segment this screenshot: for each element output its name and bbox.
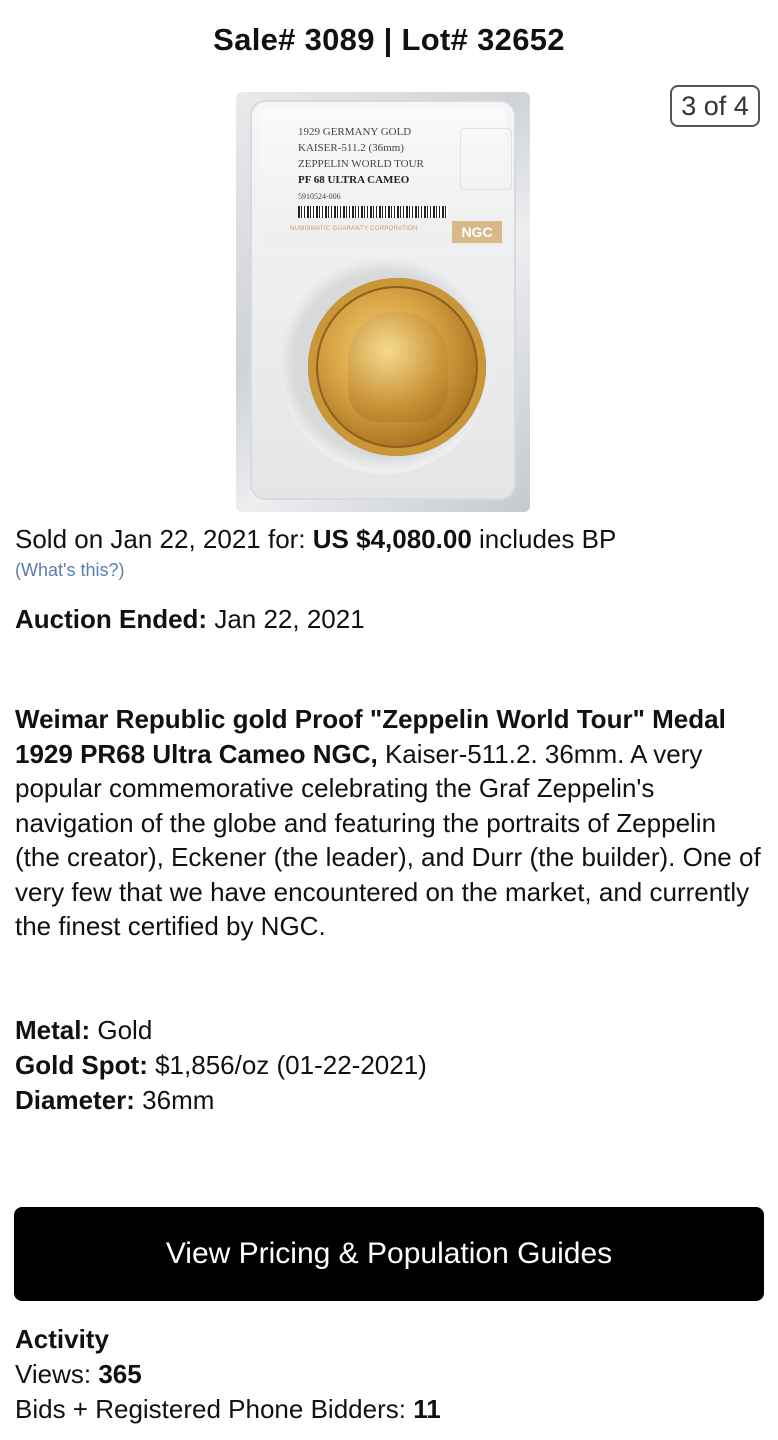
slab-holder: 1929 GERMANY GOLD KAISER-511.2 (36mm) ZE… <box>250 100 516 500</box>
image-counter[interactable]: 3 of 4 <box>670 85 760 127</box>
spec-label: Gold Spot: <box>15 1050 148 1080</box>
ngc-logo: NGC <box>452 221 502 243</box>
spec-gold-spot: Gold Spot: $1,856/oz (01-22-2021) <box>15 1048 427 1083</box>
ended-label: Auction Ended: <box>15 604 208 634</box>
slab-cert-number: 5910524-006 <box>298 192 341 201</box>
page-title: Sale# 3089 | Lot# 32652 <box>213 22 565 57</box>
activity-section: Activity Views: 365 Bids + Registered Ph… <box>15 1322 441 1427</box>
view-pricing-button[interactable]: View Pricing & Population Guides <box>14 1207 764 1301</box>
lot-description: Weimar Republic gold Proof "Zeppelin Wor… <box>15 702 765 944</box>
spec-value: $1,856/oz (01-22-2021) <box>155 1050 427 1080</box>
sold-suffix: includes BP <box>479 524 617 554</box>
slab-label-grade: PF 68 ULTRA CAMEO <box>298 174 410 186</box>
slab-label-line: 1929 GERMANY GOLD <box>298 126 412 138</box>
activity-bids: Bids + Registered Phone Bidders: 11 <box>15 1392 441 1427</box>
hologram-icon <box>460 128 512 190</box>
slab-label: 1929 GERMANY GOLD KAISER-511.2 (36mm) ZE… <box>260 108 512 246</box>
spec-value: Gold <box>97 1015 153 1045</box>
lot-specs: Metal: Gold Gold Spot: $1,856/oz (01-22-… <box>15 1013 427 1118</box>
barcode-icon <box>298 206 448 218</box>
bids-label: Bids + Registered Phone Bidders: <box>15 1394 406 1424</box>
spec-label: Diameter: <box>15 1085 135 1115</box>
coin-portrait-icon <box>348 312 448 422</box>
auction-ended: Auction Ended: Jan 22, 2021 <box>15 604 365 635</box>
activity-heading: Activity <box>15 1324 109 1354</box>
spec-metal: Metal: Gold <box>15 1013 427 1048</box>
whats-this-link[interactable]: (What's this?) <box>15 560 124 581</box>
slab-label-line: KAISER-511.2 (36mm) <box>298 142 404 154</box>
sold-prefix: Sold on Jan 22, 2021 for: <box>15 524 306 554</box>
spec-label: Metal: <box>15 1015 91 1045</box>
coin-slab-image[interactable]: 1929 GERMANY GOLD KAISER-511.2 (36mm) ZE… <box>236 92 530 512</box>
slab-grader: NUMISMATIC GUARANTY CORPORATION <box>290 226 418 232</box>
views-value: 365 <box>98 1359 142 1389</box>
sold-price: US $4,080.00 <box>312 524 472 554</box>
activity-views: Views: 365 <box>15 1357 441 1392</box>
views-label: Views: <box>15 1359 92 1389</box>
spec-value: 36mm <box>142 1085 215 1115</box>
spec-diameter: Diameter: 36mm <box>15 1083 427 1118</box>
sold-line: Sold on Jan 22, 2021 for: US $4,080.00 i… <box>15 524 616 555</box>
ended-value: Jan 22, 2021 <box>214 604 365 634</box>
bids-value: 11 <box>413 1394 441 1424</box>
slab-label-line: ZEPPELIN WORLD TOUR <box>298 158 424 170</box>
